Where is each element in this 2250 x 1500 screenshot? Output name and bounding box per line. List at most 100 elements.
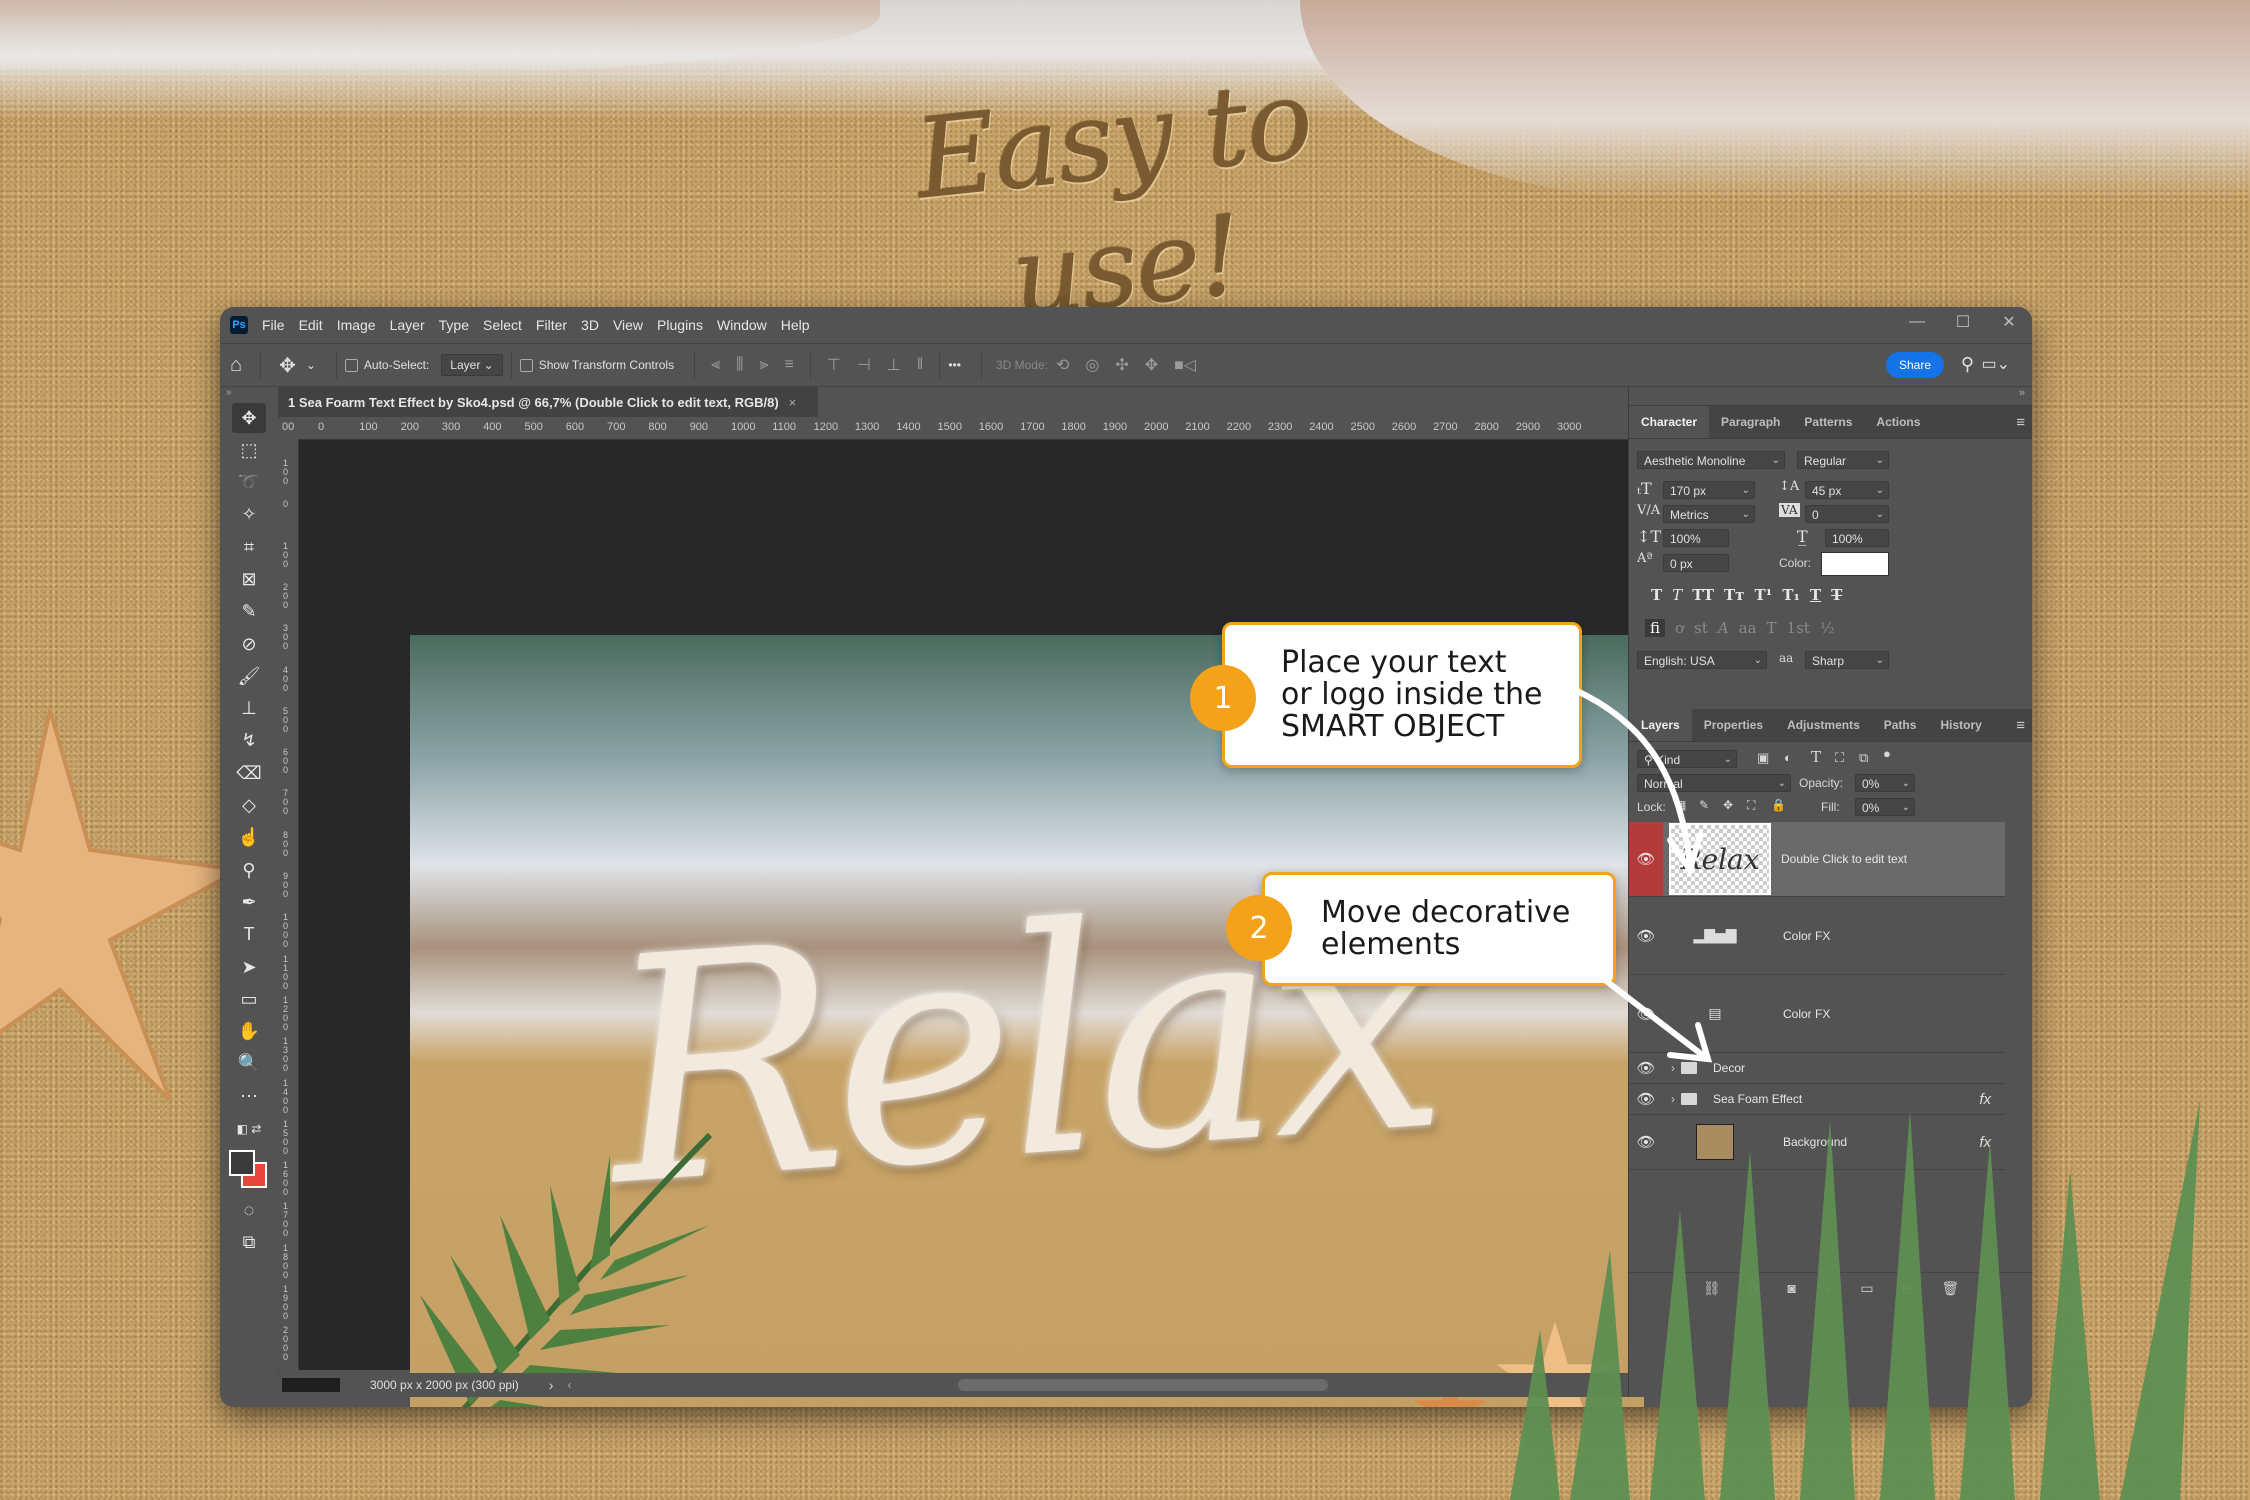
crop-tool-icon[interactable]: ⌗ <box>232 532 266 562</box>
add-mask-icon[interactable]: ◙ <box>1787 1280 1795 1296</box>
horizontal-scrollbar-thumb[interactable] <box>958 1379 1328 1391</box>
3d-pan-icon[interactable]: ✣ <box>1115 355 1128 375</box>
small-caps-button[interactable]: Tт <box>1724 586 1744 604</box>
workspace-switcher-icon[interactable]: ▭⌄ <box>1981 354 2010 374</box>
3d-camera-icon[interactable]: ■◁ <box>1174 355 1196 375</box>
fractions-button[interactable]: ½ <box>1820 619 1835 637</box>
tab-layers[interactable]: Layers <box>1629 709 1692 741</box>
discretionary-ligatures-button[interactable]: st <box>1694 619 1708 637</box>
leading-field[interactable]: 45 px ⌄ <box>1805 481 1889 499</box>
tab-paragraph[interactable]: Paragraph <box>1709 406 1792 438</box>
vertical-scale-field[interactable]: 100% <box>1663 529 1729 547</box>
align-right-icon[interactable]: ⫸ <box>760 356 769 374</box>
align-center-h-icon[interactable]: ⫼ <box>736 356 743 374</box>
antialias-dropdown[interactable]: Sharp ⌄ <box>1805 651 1889 669</box>
align-bottom-icon[interactable]: ⊥ <box>887 355 901 375</box>
auto-select-target-dropdown[interactable]: Layer ⌄ <box>441 354 503 376</box>
menu-help[interactable]: Help <box>781 317 810 333</box>
all-caps-button[interactable]: TT <box>1692 586 1714 604</box>
smudge-tool-icon[interactable]: ☝ <box>232 823 266 853</box>
lasso-tool-icon[interactable]: ➰ <box>232 468 266 498</box>
tab-history[interactable]: History <box>1928 709 1993 741</box>
filter-pixel-icon[interactable]: ▣ <box>1757 750 1769 766</box>
menu-window[interactable]: Window <box>717 317 767 333</box>
language-dropdown[interactable]: English: USA ⌄ <box>1637 651 1767 669</box>
3d-slide-icon[interactable]: ✥ <box>1145 355 1158 375</box>
tab-paths[interactable]: Paths <box>1872 709 1929 741</box>
ordinals-button[interactable]: 1st <box>1787 619 1810 637</box>
eye-icon[interactable]: 👁 <box>1629 975 1663 1052</box>
distribute-h-icon[interactable]: ≡ <box>785 356 794 374</box>
ligatures-button[interactable]: fi <box>1645 619 1666 637</box>
menu-type[interactable]: Type <box>439 317 469 333</box>
magic-wand-tool-icon[interactable]: ✧ <box>232 500 266 530</box>
faux-italic-button[interactable]: T <box>1672 586 1682 604</box>
move-tool-preset-icon[interactable]: ✥ <box>279 353 296 378</box>
lock-transparent-icon[interactable]: ▦ <box>1675 798 1686 812</box>
menu-layer[interactable]: Layer <box>390 317 425 333</box>
align-middle-v-icon[interactable]: ⊣ <box>857 355 871 375</box>
add-style-icon[interactable]: fx <box>1749 1280 1760 1296</box>
eye-icon[interactable]: 👁 <box>1629 1053 1663 1083</box>
menu-plugins[interactable]: Plugins <box>657 317 703 333</box>
superscript-button[interactable]: T¹ <box>1754 586 1772 604</box>
opacity-field[interactable]: 0% ⌄ <box>1855 774 1915 792</box>
palm-leaf-decoration[interactable] <box>410 1115 730 1407</box>
layer-row-smart-object[interactable]: 👁 Relax Double Click to edit text <box>1629 822 2005 897</box>
layer-name[interactable]: Sea Foam Effect <box>1713 1092 1802 1106</box>
close-document-icon[interactable]: × <box>789 395 797 410</box>
scroll-left-arrow[interactable]: ‹ <box>567 1378 571 1392</box>
panel-menu-icon[interactable]: ≡ <box>2016 717 2025 734</box>
font-family-dropdown[interactable]: Aesthetic Monoline ⌄ <box>1637 451 1785 469</box>
layer-effects-icon[interactable]: fx <box>1979 1091 1991 1108</box>
filter-type-icon[interactable]: T <box>1811 748 1821 766</box>
menu-filter[interactable]: Filter <box>536 317 567 333</box>
chevron-down-icon[interactable]: ⌄ <box>306 358 316 372</box>
tab-character[interactable]: Character <box>1629 406 1710 438</box>
swash-button[interactable]: A <box>1718 619 1729 637</box>
lock-artboard-icon[interactable]: ⛶ <box>1747 798 1755 813</box>
layer-name[interactable]: Double Click to edit text <box>1781 852 1907 866</box>
link-layers-icon[interactable]: ⛓ <box>1703 1280 1721 1297</box>
eye-icon[interactable]: 👁 <box>1629 1084 1663 1114</box>
text-color-swatch[interactable] <box>1821 552 1889 576</box>
tab-patterns[interactable]: Patterns <box>1792 406 1864 438</box>
3d-orbit-icon[interactable]: ⟲ <box>1056 355 1069 375</box>
stylistic-alternates-button[interactable]: aa <box>1739 619 1757 637</box>
path-selection-tool-icon[interactable]: ➤ <box>232 952 266 982</box>
brush-tool-icon[interactable]: 🖌 <box>232 661 266 691</box>
eye-icon[interactable]: 👁 <box>1629 897 1663 974</box>
paint-bucket-tool-icon[interactable]: ◇ <box>232 791 266 821</box>
eye-icon[interactable]: 👁 <box>1629 822 1663 896</box>
history-brush-tool-icon[interactable]: ↯ <box>232 726 266 756</box>
font-size-field[interactable]: 170 px ⌄ <box>1663 481 1755 499</box>
kerning-field[interactable]: Metrics ⌄ <box>1663 505 1755 523</box>
color-swatches[interactable] <box>229 1149 269 1190</box>
fill-field[interactable]: 0% ⌄ <box>1855 798 1915 816</box>
fill-layer-thumbnail[interactable] <box>1696 1124 1734 1160</box>
layer-effects-icon[interactable]: fx <box>1979 1134 1991 1151</box>
old-style-button[interactable]: ơ <box>1675 619 1684 637</box>
layer-row-sea-foam-effect[interactable]: 👁 › Sea Foam Effect fx <box>1629 1084 2005 1115</box>
show-transform-controls-checkbox[interactable]: Show Transform Controls <box>519 358 674 372</box>
edit-toolbar-icon[interactable]: ⋯ <box>232 1081 266 1111</box>
layer-row-color-fx-1[interactable]: 👁 ▂▇▅▇ Color FX <box>1629 897 2005 975</box>
checkbox-icon[interactable] <box>344 358 358 372</box>
new-layer-icon[interactable]: ⊞ <box>1902 1280 1914 1297</box>
menu-file[interactable]: File <box>262 317 285 333</box>
new-adjustment-icon[interactable]: ◐ <box>1824 1280 1832 1296</box>
menu-edit[interactable]: Edit <box>299 317 323 333</box>
font-style-dropdown[interactable]: Regular ⌄ <box>1797 451 1889 469</box>
eraser-tool-icon[interactable]: ⌫ <box>232 758 266 788</box>
pen-tool-icon[interactable]: ✒ <box>232 887 266 917</box>
quick-mask-icon[interactable]: ◌ <box>232 1196 266 1226</box>
eyedropper-tool-icon[interactable]: ✎ <box>232 597 266 627</box>
lock-image-icon[interactable]: ✎ <box>1699 798 1709 812</box>
subscript-button[interactable]: T₁ <box>1782 586 1800 604</box>
layer-filter-dropdown[interactable]: ⚲ Kind ⌄ <box>1637 750 1737 768</box>
expand-group-icon[interactable]: › <box>1671 1061 1675 1075</box>
strikethrough-button[interactable]: T <box>1831 586 1842 604</box>
maximize-button[interactable]: ☐ <box>1940 307 1986 337</box>
screen-mode-icon[interactable]: ⧉ <box>232 1228 266 1258</box>
menu-image[interactable]: Image <box>337 317 376 333</box>
